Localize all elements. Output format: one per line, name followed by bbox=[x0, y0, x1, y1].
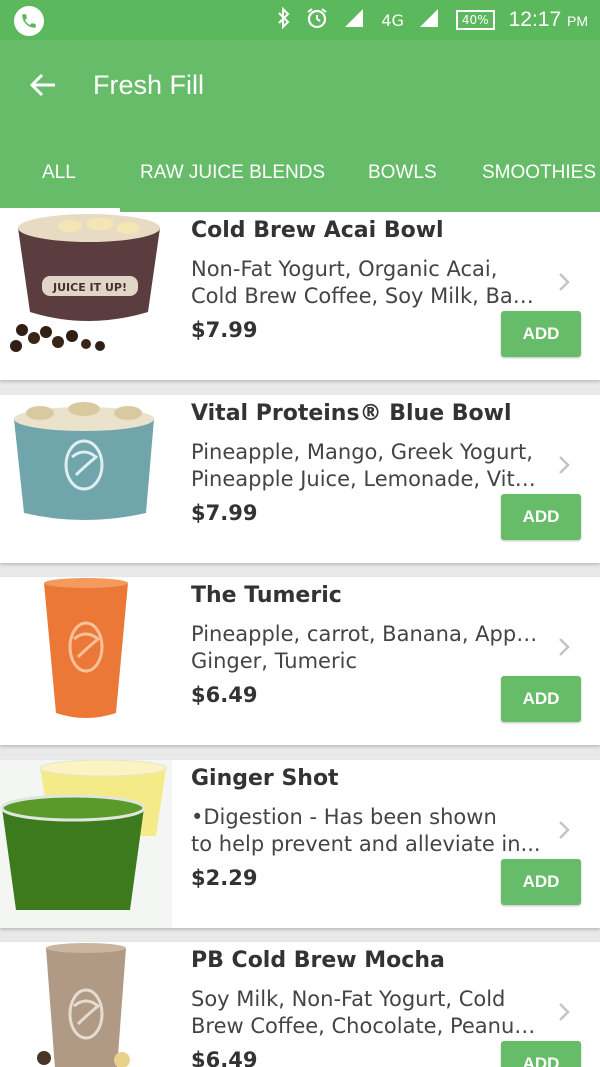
chevron-right-icon[interactable] bbox=[554, 453, 574, 477]
item-description: Pineapple, carrot, Banana, Apple, Ginger… bbox=[191, 622, 541, 673]
list-item[interactable]: PB Cold Brew Mocha Soy Milk, Non-Fat Yog… bbox=[0, 942, 600, 1067]
page-title: Fresh Fill bbox=[93, 70, 205, 100]
chevron-right-icon[interactable] bbox=[554, 1000, 574, 1024]
chevron-right-icon[interactable] bbox=[554, 270, 574, 294]
juice-it-up-logo: JUICE IT UP! bbox=[52, 281, 127, 294]
tab-bowls[interactable]: BOWLS bbox=[368, 162, 437, 184]
chevron-right-icon[interactable] bbox=[554, 635, 574, 659]
item-price: $7.99 bbox=[191, 318, 258, 342]
item-description: Pineapple, Mango, Greek Yogurt, Pineappl… bbox=[191, 440, 541, 491]
list-item[interactable]: Ginger Shot •Digestion - Has been shown … bbox=[0, 760, 600, 928]
item-name: PB Cold Brew Mocha bbox=[191, 948, 445, 973]
item-name: Vital Proteins® Blue Bowl bbox=[191, 401, 512, 426]
item-price: $7.99 bbox=[191, 501, 258, 525]
tumeric-drink-image bbox=[44, 578, 128, 718]
list-item[interactable]: JUICE IT UP! Cold Brew Acai Bowl Non-Fat… bbox=[0, 212, 600, 380]
back-button[interactable] bbox=[28, 70, 68, 106]
phone-notification-icon bbox=[14, 6, 44, 36]
item-description: Soy Milk, Non-Fat Yogurt, Cold Brew Coff… bbox=[191, 987, 541, 1038]
blue-bowl-image bbox=[14, 402, 154, 520]
category-tabs: ALL RAW JUICE BLENDS BOWLS SMOOTHIES bbox=[0, 150, 600, 212]
status-bar: 4G 40% 12:17 PM bbox=[0, 0, 600, 40]
tab-raw-juice-blends[interactable]: RAW JUICE BLENDS bbox=[140, 162, 325, 184]
network-type-label: 4G bbox=[381, 10, 404, 30]
bluetooth-icon bbox=[277, 6, 291, 34]
signal-icon-2 bbox=[418, 7, 442, 34]
item-name: Ginger Shot bbox=[191, 766, 339, 791]
add-button[interactable]: ADD bbox=[501, 859, 581, 905]
item-description: Non-Fat Yogurt, Organic Acai, Cold Brew … bbox=[191, 257, 541, 308]
mocha-drink-image bbox=[37, 943, 130, 1067]
item-description: •Digestion - Has been shown to help prev… bbox=[191, 805, 541, 856]
chevron-right-icon[interactable] bbox=[554, 818, 574, 842]
add-button[interactable]: ADD bbox=[501, 494, 581, 540]
item-name: Cold Brew Acai Bowl bbox=[191, 218, 444, 243]
add-button[interactable]: ADD bbox=[501, 311, 581, 357]
item-price: $6.49 bbox=[191, 683, 258, 707]
battery-indicator: 40% bbox=[455, 10, 495, 30]
clock: 12:17 PM bbox=[508, 8, 588, 31]
tab-all[interactable]: ALL bbox=[42, 162, 76, 184]
list-item[interactable]: The Tumeric Pineapple, carrot, Banana, A… bbox=[0, 577, 600, 745]
list-item[interactable]: Vital Proteins® Blue Bowl Pineapple, Man… bbox=[0, 395, 600, 563]
item-name: The Tumeric bbox=[191, 583, 342, 608]
add-button[interactable]: ADD bbox=[501, 1041, 581, 1067]
app-header: Fresh Fill ALL RAW JUICE BLENDS BOWLS SM… bbox=[0, 40, 600, 212]
ginger-shot-image bbox=[0, 760, 172, 928]
item-price: $2.29 bbox=[191, 866, 258, 890]
acai-bowl-image: JUICE IT UP! bbox=[10, 214, 160, 352]
signal-icon bbox=[343, 7, 367, 34]
alarm-icon bbox=[305, 6, 329, 35]
add-button[interactable]: ADD bbox=[501, 676, 581, 722]
tab-smoothies[interactable]: SMOOTHIES bbox=[482, 162, 596, 184]
arrow-left-icon bbox=[29, 73, 55, 97]
item-price: $6.49 bbox=[191, 1048, 258, 1067]
product-list[interactable]: JUICE IT UP! Cold Brew Acai Bowl Non-Fat… bbox=[0, 212, 600, 1067]
